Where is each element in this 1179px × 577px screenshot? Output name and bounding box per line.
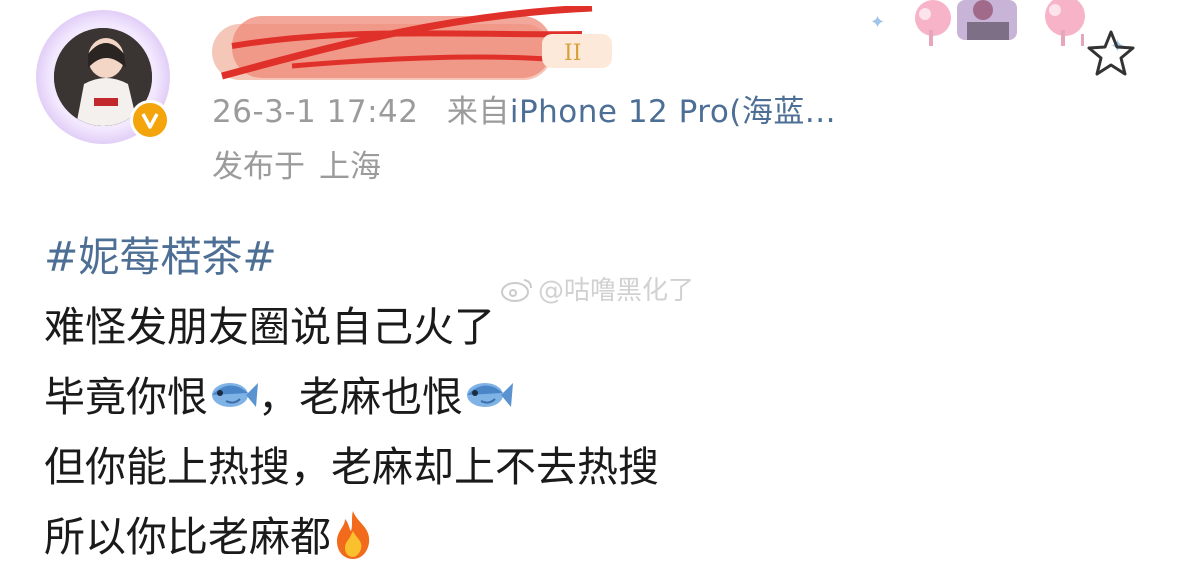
weibo-logo-icon bbox=[501, 278, 532, 302]
avatar-container[interactable] bbox=[30, 0, 180, 145]
weibo-post: ✦ ✦ II 26-3-1 17:42 来自iPhone 12 Pro(海蓝..… bbox=[0, 0, 1179, 577]
fish-emoji-icon bbox=[467, 383, 513, 407]
location-name: 上海 bbox=[319, 149, 381, 185]
fire-emoji-icon bbox=[337, 511, 370, 559]
post-line-3: 但你能上热搜，老麻却上不去热搜 bbox=[44, 443, 659, 491]
post-meta: 26-3-1 17:42 来自iPhone 12 Pro(海蓝... bbox=[212, 86, 836, 131]
location-prefix: 发布于 bbox=[212, 149, 305, 185]
watermark-text: @咕噜黑化了 bbox=[538, 276, 695, 306]
decorative-sticker-icon bbox=[915, 0, 1085, 46]
post-location: 发布于 上海 bbox=[212, 141, 381, 186]
hashtag-link[interactable]: #妮莓楛茶# bbox=[44, 233, 277, 281]
watermark: @咕噜黑化了 bbox=[500, 270, 694, 307]
post-line-4-text: 所以你比老麻都 bbox=[44, 513, 331, 561]
username-redacted: II bbox=[212, 6, 612, 80]
source-prefix: 来自 bbox=[446, 94, 510, 130]
fish-emoji-icon bbox=[212, 383, 258, 407]
svg-text:II: II bbox=[564, 41, 581, 66]
verified-v-icon bbox=[130, 100, 170, 140]
post-timestamp: 26-3-1 17:42 bbox=[212, 94, 419, 130]
post-line-2-part-2: ，老麻也恨 bbox=[258, 373, 463, 421]
post-line-2-part-1: 毕竟你恨 bbox=[44, 373, 208, 421]
post-line-4: 所以你比老麻都 bbox=[44, 502, 659, 572]
sparkle-icon: ✦ bbox=[870, 12, 886, 33]
star-outline-icon[interactable] bbox=[1085, 28, 1137, 80]
device-link[interactable]: iPhone 12 Pro(海蓝... bbox=[510, 94, 836, 130]
post-line-2: 毕竟你恨 ，老麻也恨 bbox=[44, 362, 659, 432]
